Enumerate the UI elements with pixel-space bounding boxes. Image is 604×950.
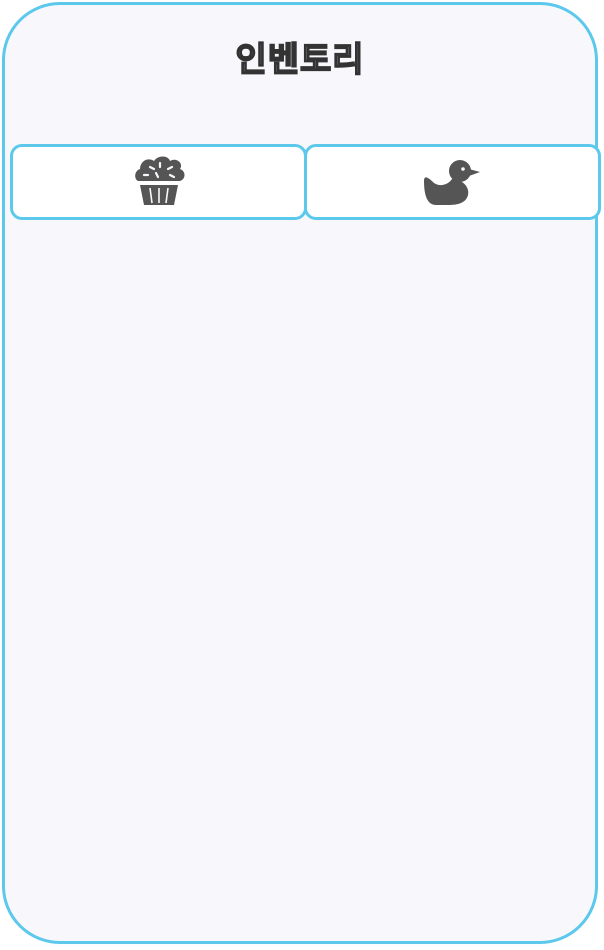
cupcake-icon xyxy=(130,155,188,209)
duck-icon xyxy=(422,157,484,207)
inventory-title: 인벤토리 xyxy=(235,39,365,81)
tab-cupcake[interactable] xyxy=(10,144,307,220)
inventory-panel: 인벤토리 xyxy=(2,2,601,944)
tab-duck[interactable] xyxy=(304,144,601,220)
